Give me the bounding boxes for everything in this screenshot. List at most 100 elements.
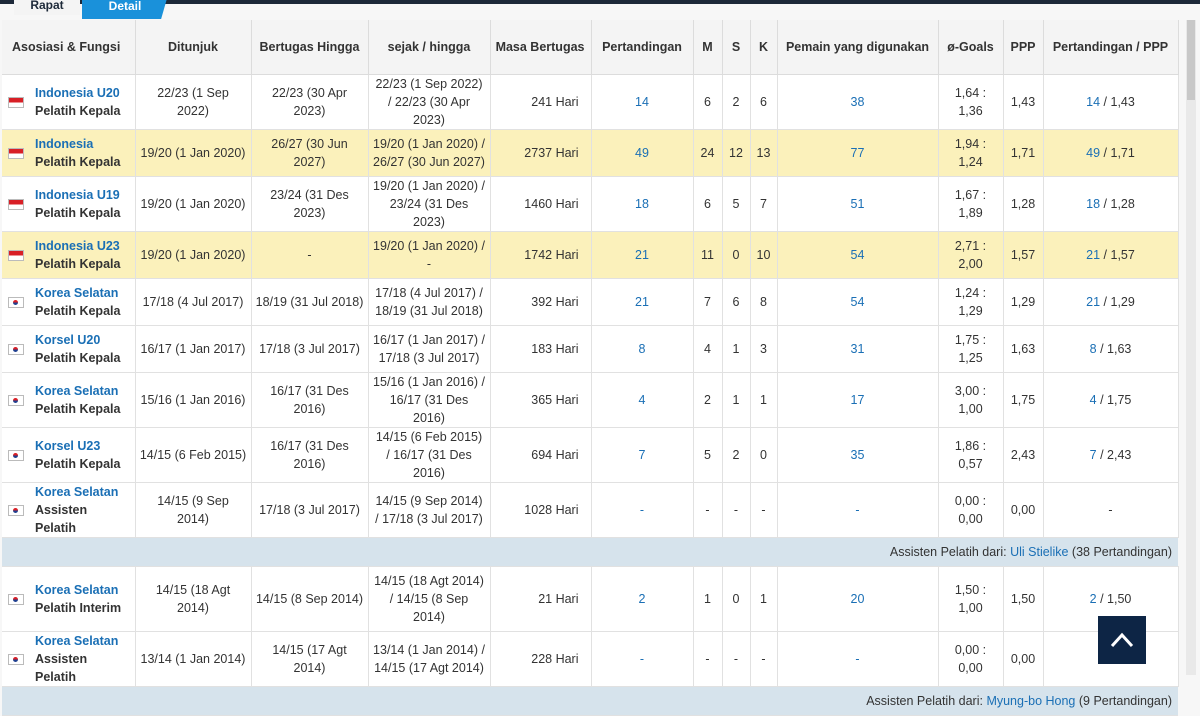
players-cell: -	[777, 631, 939, 687]
tab-detail[interactable]: Detail	[82, 0, 168, 19]
table-row: Korsel U23 Pelatih Kepala 14/15 (6 Feb 201…	[2, 427, 1179, 483]
avg-goals-cell: 0,00 : 0,00	[938, 482, 1004, 538]
club-text: Korea Selatan Pelatih Interim	[35, 581, 121, 617]
tab-rapat[interactable]: Rapat	[14, 0, 80, 15]
tenure-cell: 1028 Hari	[490, 482, 592, 538]
matches-link[interactable]: 4	[639, 393, 646, 407]
matches-ppp-cell: 21 / 1,29	[1043, 278, 1179, 326]
losses-cell: 0	[750, 427, 778, 483]
header-until[interactable]: Bertugas Hingga	[251, 20, 369, 75]
avg-goals-cell: 1,64 : 1,36	[938, 74, 1004, 130]
players-link[interactable]: 35	[851, 448, 865, 462]
club-link[interactable]: Indonesia	[35, 135, 120, 153]
header-appointed[interactable]: Ditunjuk	[135, 20, 252, 75]
matches-ppp-link[interactable]: 8	[1090, 342, 1097, 356]
matches-ppp-cell: -	[1043, 482, 1179, 538]
matches-link[interactable]: 8	[639, 342, 646, 356]
table-row: Korea Selatan Pelatih Kepala 17/18 (4 Jul …	[2, 278, 1179, 326]
club-cell: Korea Selatan Pelatih Kepala	[2, 372, 136, 428]
club-link[interactable]: Indonesia U23	[35, 237, 120, 255]
matches-cell: 49	[591, 129, 694, 177]
club-link[interactable]: Korsel U20	[35, 331, 120, 349]
header-matches[interactable]: Pertandingan	[591, 20, 694, 75]
matches-link[interactable]: 21	[635, 295, 649, 309]
players-link[interactable]: -	[855, 652, 859, 666]
matches-link[interactable]: -	[640, 652, 644, 666]
matches-link[interactable]: 2	[639, 592, 646, 606]
club-inner: Indonesia Pelatih Kepala	[8, 135, 131, 171]
players-link[interactable]: 31	[851, 342, 865, 356]
avg-goals-cell: 0,00 : 0,00	[938, 631, 1004, 687]
matches-ppp-link[interactable]: 21	[1086, 295, 1100, 309]
players-link[interactable]: 38	[851, 95, 865, 109]
header-ppp[interactable]: PPP	[1003, 20, 1044, 75]
matches-link[interactable]: -	[640, 503, 644, 517]
matches-ppp-link[interactable]: 2	[1090, 592, 1097, 606]
header-matches-ppp[interactable]: Pertandingan / PPP	[1043, 20, 1179, 75]
header-losses[interactable]: K	[750, 20, 778, 75]
club-link[interactable]: Korea Selatan	[35, 581, 121, 599]
tenure-cell: 694 Hari	[490, 427, 592, 483]
players-link[interactable]: 77	[851, 146, 865, 160]
header-club[interactable]: Asosiasi & Fungsi	[2, 20, 136, 75]
club-link[interactable]: Indonesia U20	[35, 84, 120, 102]
table-row: Korea Selatan Assisten Pelatih 13/14 (1 Ja…	[2, 631, 1179, 687]
header-wins[interactable]: M	[693, 20, 723, 75]
scrollbar[interactable]	[1186, 20, 1196, 675]
club-link[interactable]: Indonesia U19	[35, 186, 120, 204]
losses-cell: 1	[750, 372, 778, 428]
appointed-cell: 14/15 (9 Sep 2014)	[135, 482, 252, 538]
players-link[interactable]: -	[855, 503, 859, 517]
club-link[interactable]: Korea Selatan	[35, 382, 120, 400]
until-cell: -	[251, 231, 369, 279]
matches-ppp-link[interactable]: 21	[1086, 248, 1100, 262]
players-link[interactable]: 20	[851, 592, 865, 606]
header-players-used[interactable]: Pemain yang digunakan	[777, 20, 939, 75]
until-cell: 23/24 (31 Des 2023)	[251, 176, 369, 232]
club-link[interactable]: Korea Selatan	[35, 483, 131, 501]
players-link[interactable]: 54	[851, 295, 865, 309]
losses-cell: -	[750, 482, 778, 538]
players-link[interactable]: 51	[851, 197, 865, 211]
matches-link[interactable]: 21	[635, 248, 649, 262]
matches-ppp-link[interactable]: 18	[1086, 197, 1100, 211]
matches-link[interactable]: 49	[635, 146, 649, 160]
appointed-cell: 15/16 (1 Jan 2016)	[135, 372, 252, 428]
wins-cell: 1	[693, 566, 723, 632]
header-draws[interactable]: S	[722, 20, 751, 75]
club-inner: Korsel U20 Pelatih Kepala	[8, 331, 131, 367]
table-row: Korea Selatan Pelatih Kepala 15/16 (1 Jan …	[2, 372, 1179, 428]
club-text: Korsel U20 Pelatih Kepala	[35, 331, 120, 367]
club-link[interactable]: Korea Selatan	[35, 632, 131, 650]
matches-ppp-link[interactable]: 4	[1090, 393, 1097, 407]
header-avg-goals[interactable]: ø-Goals	[938, 20, 1004, 75]
club-text: Korea Selatan Assisten Pelatih	[35, 483, 131, 537]
club-cell: Korea Selatan Pelatih Interim	[2, 566, 136, 632]
matches-ppp-link[interactable]: 14	[1086, 95, 1100, 109]
chevron-up-icon	[1110, 632, 1134, 648]
players-link[interactable]: 17	[851, 393, 865, 407]
south-korea-flag-icon	[8, 296, 24, 308]
club-link[interactable]: Korsel U23	[35, 437, 120, 455]
players-link[interactable]: 54	[851, 248, 865, 262]
back-to-top-button[interactable]	[1098, 616, 1146, 664]
matches-ppp-cell: 14 / 1,43	[1043, 74, 1179, 130]
club-link[interactable]: Korea Selatan	[35, 284, 120, 302]
matches-link[interactable]: 18	[635, 197, 649, 211]
matches-link[interactable]: 7	[639, 448, 646, 462]
wins-cell: 4	[693, 325, 723, 373]
header-since-until[interactable]: sejak / hingga	[368, 20, 491, 75]
matches-link[interactable]: 14	[635, 95, 649, 109]
matches-cell: -	[591, 482, 694, 538]
matches-ppp-value: / 1,50	[1100, 592, 1132, 606]
assistant-of-coach-link[interactable]: Myung-bo Hong	[986, 694, 1075, 708]
scrollbar-thumb[interactable]	[1187, 20, 1195, 100]
assistant-of-coach-link[interactable]: Uli Stielike	[1010, 545, 1068, 559]
tenure-cell: 1742 Hari	[490, 231, 592, 279]
tenure-cell: 392 Hari	[490, 278, 592, 326]
matches-ppp-link[interactable]: 7	[1090, 448, 1097, 462]
south-korea-flag-icon	[8, 504, 24, 516]
losses-cell: -	[750, 631, 778, 687]
header-tenure[interactable]: Masa Bertugas	[490, 20, 592, 75]
matches-ppp-link[interactable]: 49	[1086, 146, 1100, 160]
